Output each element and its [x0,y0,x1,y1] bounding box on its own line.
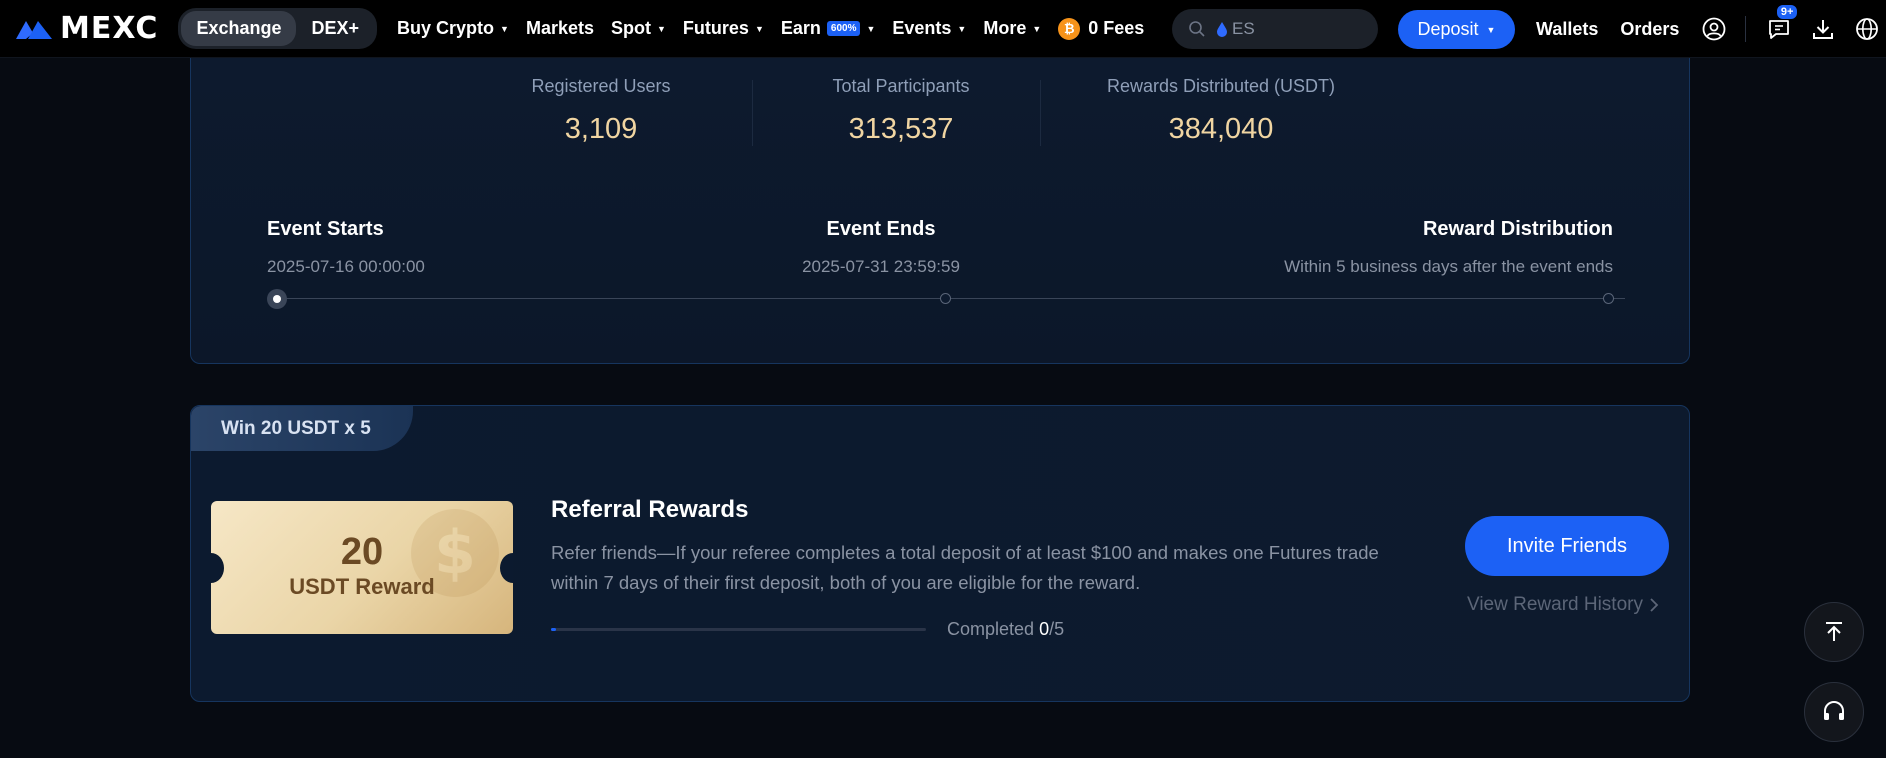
event-ends-date: 2025-07-31 23:59:59 [802,257,960,276]
referral-description: Refer friends—If your referee completes … [551,542,1379,593]
flame-drop-icon [1217,22,1227,37]
timeline-event-ends: Event Ends 2025-07-31 23:59:59 [751,218,1011,277]
nav-markets-label: Markets [525,18,594,38]
nav-divider [1745,16,1747,42]
nav-buy-crypto-label: Buy Crypto [397,18,495,38]
usdt-reward-ticket: $ 20 USDT Reward [211,501,513,634]
caret-down-icon: ▼ [1486,24,1496,35]
event-starts-date: 2025-07-16 00:00:00 [267,257,425,276]
headset-icon [1824,701,1844,720]
event-starts-title: Event Starts [267,218,384,240]
ticket-label: USDT Reward [289,574,435,599]
referral-task-card: Win 20 USDT x 5 $ 20 USDT Reward Referra… [190,405,1690,702]
search-box[interactable] [1172,9,1378,49]
event-ends-title: Event Ends [826,218,936,240]
deposit-label: Deposit [1417,19,1479,39]
nav-earn[interactable]: Earn 600% ▼ [781,18,876,39]
deposit-button[interactable]: Deposit ▼ [1398,10,1515,49]
zero-fees-label: 0 Fees [1088,18,1145,38]
reward-distribution-title: Reward Distribution [1422,218,1613,240]
nav-futures-label: Futures [682,18,749,38]
wallets-link[interactable]: Wallets [1536,19,1598,40]
progress-label: Completed [947,619,1035,639]
nav-more[interactable]: More ▼ [983,18,1041,39]
bitcoin-coin-icon: ₿ [1058,17,1081,40]
rewards-distributed-label: Rewards Distributed (USDT) [1106,76,1336,96]
globe-icon[interactable] [1854,16,1880,42]
nav-spot[interactable]: Spot ▼ [611,18,666,39]
referral-progress-bar [551,628,926,631]
top-navigation: MEXC Exchange DEX+ Buy Crypto ▼ Markets … [0,0,1886,58]
caret-down-icon: ▼ [657,23,666,34]
timeline-step-start [267,289,287,309]
progress-current: 0 [1039,619,1050,639]
referral-progress-fill [551,628,556,631]
timeline-step-end [940,293,951,304]
search-icon [1189,21,1205,37]
nav-zero-fees[interactable]: ₿ 0 Fees [1058,17,1145,40]
caret-down-icon: ▼ [754,23,764,34]
back-to-top-button[interactable] [1804,602,1864,662]
timeline-track [277,298,1625,299]
rewards-distributed-value: 384,040 [1168,113,1274,145]
caret-down-icon: ▼ [1032,23,1042,34]
logo-text: MEXC [60,11,159,46]
segment-exchange[interactable]: Exchange [181,11,297,46]
stat-registered-users: Registered Users 3,109 [521,76,681,146]
exchange-dex-switch: Exchange DEX+ [178,8,378,49]
nav-earn-label: Earn [780,18,821,38]
earn-apr-badge: 600% [826,21,861,36]
nav-buy-crypto[interactable]: Buy Crypto ▼ [397,18,509,39]
timeline-event-starts: Event Starts 2025-07-16 00:00:00 [267,218,425,277]
search-input[interactable] [1232,19,1352,39]
logo[interactable]: MEXC [14,11,158,46]
registered-users-value: 3,109 [564,113,638,145]
nav-markets[interactable]: Markets [526,18,594,39]
stat-divider [1040,80,1041,146]
notification-badge: 9+ [1775,4,1799,20]
stat-total-participants: Total Participants 313,537 [801,76,1001,146]
segment-dex[interactable]: DEX+ [296,11,374,46]
caret-down-icon: ▼ [500,23,509,34]
nav-events-label: Events [892,18,952,38]
view-reward-history-link[interactable]: View Reward History [1467,594,1659,616]
timeline-reward-distribution: Reward Distribution Within 5 business da… [1284,218,1613,277]
download-icon[interactable] [1810,16,1836,42]
total-participants-label: Total Participants [832,76,970,96]
mexc-logo-icon [16,20,52,39]
nav-more-label: More [983,18,1027,38]
referral-progress-text: Completed 0/5 [947,619,1064,640]
view-reward-history-label: View Reward History [1467,594,1643,615]
arrow-up-to-top-icon [1826,622,1842,641]
user-icon[interactable] [1701,16,1727,42]
caret-down-icon: ▼ [866,23,876,34]
reward-distribution-note: Within 5 business days after the event e… [1284,257,1613,276]
stat-divider [752,80,753,146]
customer-support-button[interactable] [1804,682,1864,742]
caret-down-icon: ▼ [957,23,967,34]
orders-link[interactable]: Orders [1620,19,1679,40]
reward-tab-label: Win 20 USDT x 5 [191,406,413,451]
invite-friends-button[interactable]: Invite Friends [1465,516,1669,576]
event-stats-card: Registered Users 3,109 Total Participant… [190,58,1690,364]
nav-events[interactable]: Events ▼ [892,18,966,39]
timeline-step-reward [1603,293,1614,304]
referral-title: Referral Rewards [551,496,749,523]
main-menu: Buy Crypto ▼ Markets Spot ▼ Futures ▼ Ea… [397,17,1161,40]
chevron-right-icon [1650,598,1659,612]
nav-futures[interactable]: Futures ▼ [683,18,764,39]
nav-spot-label: Spot [611,18,651,38]
account-links: Wallets Orders 9+ [1536,0,1886,58]
ticket-amount: 20 [340,531,384,573]
registered-users-label: Registered Users [531,76,671,96]
total-participants-value: 313,537 [848,113,954,145]
message-icon[interactable]: 9+ [1766,4,1799,42]
progress-total: /5 [1049,619,1065,639]
stat-rewards-distributed: Rewards Distributed (USDT) 384,040 [1106,76,1336,146]
